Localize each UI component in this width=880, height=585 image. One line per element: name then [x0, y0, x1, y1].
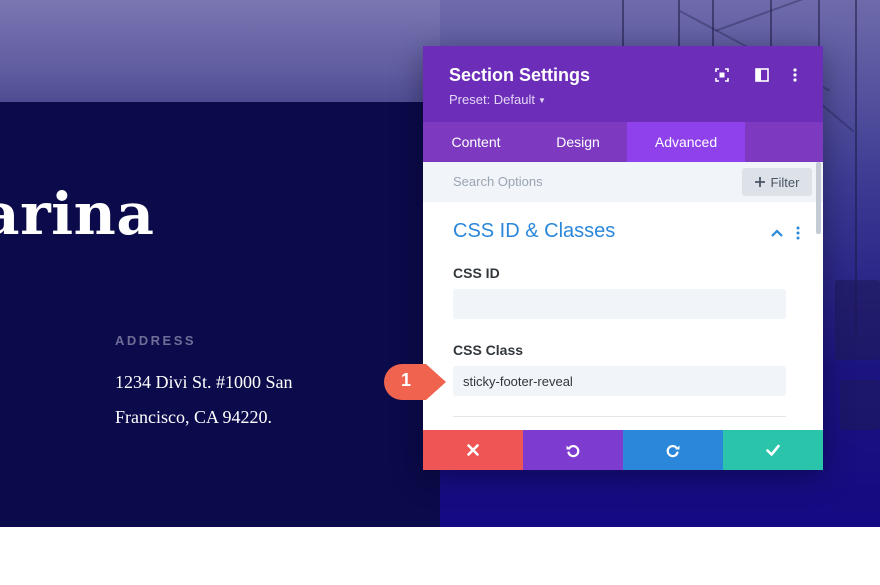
split-view-icon[interactable]: [753, 66, 771, 84]
search-options-input[interactable]: Search Options: [453, 174, 543, 189]
plus-icon: [754, 177, 765, 187]
section-settings-modal: Section Settings Preset: Default ▼ Conte…: [423, 46, 823, 470]
tab-advanced[interactable]: Advanced: [627, 122, 745, 162]
action-bar: [423, 430, 823, 470]
address-line-1: 1234 Divi St. #1000 San: [115, 372, 293, 392]
redo-button[interactable]: [623, 430, 723, 470]
scrollbar[interactable]: [816, 162, 821, 234]
check-icon: [766, 444, 780, 456]
preset-dropdown[interactable]: Preset: Default ▼: [449, 92, 546, 107]
undo-icon: [566, 445, 580, 458]
discard-button[interactable]: [423, 430, 523, 470]
chevron-up-icon[interactable]: [770, 226, 784, 240]
tab-content[interactable]: Content: [423, 122, 529, 162]
modal-header[interactable]: Section Settings Preset: Default ▼: [423, 46, 823, 122]
css-id-input[interactable]: [453, 289, 786, 319]
section-more-icon[interactable]: [795, 225, 801, 241]
fullscreen-icon[interactable]: [713, 66, 731, 84]
close-icon: [467, 444, 479, 456]
tab-design[interactable]: Design: [529, 122, 627, 162]
css-id-label: CSS ID: [453, 265, 500, 281]
filter-label: Filter: [770, 174, 800, 190]
modal-title: Section Settings: [449, 65, 591, 85]
save-button[interactable]: [723, 430, 823, 470]
page: arina ADDRESS 1234 Divi St. #1000 San Fr…: [0, 0, 880, 585]
preset-label: Preset: Default: [449, 92, 535, 107]
more-options-icon[interactable]: [786, 66, 804, 84]
hero-dark-panel: [0, 102, 440, 527]
address-label: ADDRESS: [115, 333, 197, 348]
undo-button[interactable]: [523, 430, 623, 470]
settings-tabs: Content Design Advanced: [423, 122, 823, 162]
step-number: 1: [400, 370, 411, 390]
divider: [453, 416, 786, 417]
css-class-input[interactable]: sticky-footer-reveal: [453, 366, 786, 396]
caret-down-icon: ▼: [538, 96, 546, 106]
css-class-label: CSS Class: [453, 342, 524, 358]
hero-title: arina: [0, 180, 155, 248]
section-title[interactable]: CSS ID & Classes: [453, 220, 615, 243]
page-background: [0, 527, 880, 585]
redo-icon: [666, 445, 680, 458]
search-bar: Search Options Filter: [423, 162, 823, 202]
address-line-2: Francisco, CA 94220.: [115, 407, 272, 427]
filter-button[interactable]: Filter: [742, 168, 812, 196]
